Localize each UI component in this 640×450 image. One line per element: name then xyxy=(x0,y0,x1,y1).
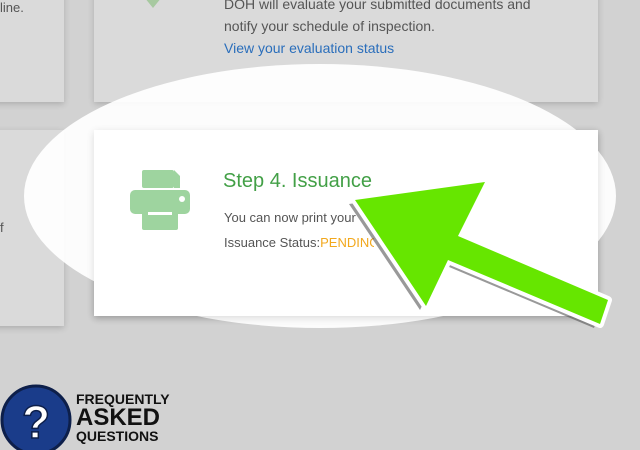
faq-text-line3: QUESTIONS xyxy=(76,428,159,444)
pointing-arrow-icon xyxy=(349,178,612,328)
faq-logo[interactable]: ? FREQUENTLY ASKED QUESTIONS xyxy=(0,380,170,450)
svg-text:?: ? xyxy=(22,396,50,448)
faq-text-line2: ASKED xyxy=(76,404,161,431)
